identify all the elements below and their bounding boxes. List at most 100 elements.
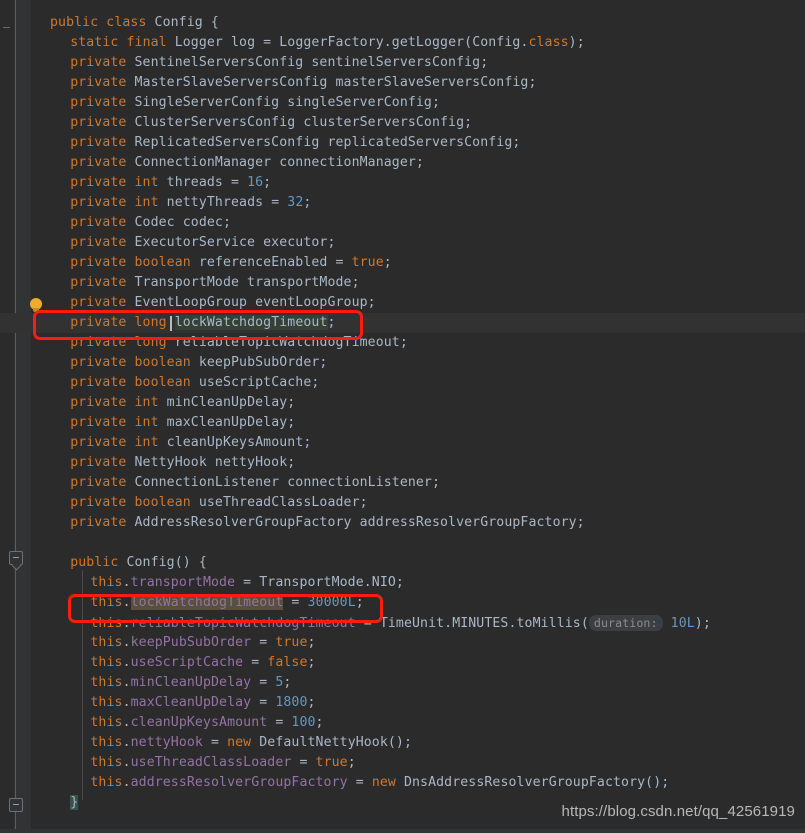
code-token: . [122, 715, 131, 730]
code-line[interactable]: private long reliableTopicWatchdogTimeou… [31, 333, 408, 353]
code-line[interactable] [31, 533, 50, 553]
code-line[interactable]: private ReplicatedServersConfig replicat… [31, 133, 520, 153]
code-token: private [70, 415, 127, 430]
code-line[interactable]: this.minCleanUpDelay = 5; [31, 673, 291, 693]
code-line-text: private ReplicatedServersConfig replicat… [31, 135, 520, 150]
code-line[interactable]: this.maxCleanUpDelay = 1800; [31, 693, 316, 713]
code-token: keepPubSubOrder; [190, 355, 328, 370]
code-line[interactable]: private SentinelServersConfig sentinelSe… [31, 53, 488, 73]
code-token: Logger log = LoggerFactory.getLogger(Con… [166, 35, 529, 50]
code-line[interactable]: private boolean keepPubSubOrder; [31, 353, 327, 373]
code-token: private [70, 135, 127, 150]
code-line[interactable]: private ExecutorService executor; [31, 233, 336, 253]
code-token: class [528, 35, 569, 50]
code-line[interactable]: this.cleanUpKeysAmount = 100; [31, 713, 324, 733]
code-token: int [134, 415, 159, 430]
code-token: ConnectionManager connectionManager; [126, 155, 424, 170]
code-line[interactable]: private boolean useScriptCache; [31, 373, 319, 393]
code-line[interactable]: private AddressResolverGroupFactory addr… [31, 513, 585, 533]
code-token: cleanUpKeysAmount; [158, 435, 312, 450]
code-line[interactable]: static final Logger log = LoggerFactory.… [31, 33, 585, 53]
code-line-text: this.useThreadClassLoader = true; [31, 755, 356, 770]
code-token: private [70, 315, 127, 330]
code-canvas[interactable]: public class Config {static final Logger… [31, 0, 805, 833]
code-token: referenceEnabled = [190, 255, 352, 270]
code-token: useThreadClassLoader; [190, 495, 368, 510]
code-token: = [251, 695, 276, 710]
code-line[interactable]: private MasterSlaveServersConfig masterS… [31, 73, 537, 93]
code-token: this [90, 775, 123, 790]
code-token: ; [383, 255, 392, 270]
code-line[interactable]: this.keepPubSubOrder = true; [31, 633, 316, 653]
code-line[interactable]: private Codec codec; [31, 213, 231, 233]
code-token: boolean [134, 255, 191, 270]
code-line[interactable]: this.addressResolverGroupFactory = new D… [31, 773, 669, 793]
code-line-text: this.transportMode = TransportMode.NIO; [31, 575, 404, 590]
fold-marker-constructor-body[interactable] [9, 798, 23, 812]
code-line[interactable]: private long lockWatchdogTimeout; [31, 313, 336, 333]
code-line[interactable]: private int nettyThreads = 32; [31, 193, 311, 213]
code-token: = [347, 775, 372, 790]
code-line[interactable]: private int threads = 16; [31, 173, 271, 193]
code-line[interactable]: public class Config { [31, 13, 219, 33]
code-token: 10L [670, 616, 695, 631]
code-line[interactable]: private SingleServerConfig singleServerC… [31, 93, 440, 113]
code-token: lockWatchdogTimeout [174, 315, 328, 330]
code-line[interactable]: public Config() { [31, 553, 207, 573]
code-line[interactable]: this.transportMode = TransportMode.NIO; [31, 573, 404, 593]
code-token: boolean [134, 495, 191, 510]
code-token: . [122, 755, 131, 770]
watermark-url: https://blog.csdn.net/qq_42561919 [561, 803, 795, 820]
code-line-text: private SentinelServersConfig sentinelSe… [31, 55, 488, 70]
code-line[interactable]: private int cleanUpKeysAmount; [31, 433, 311, 453]
code-line[interactable]: private ConnectionManager connectionMana… [31, 153, 424, 173]
code-token: ); [568, 35, 585, 50]
code-line[interactable]: private ConnectionListener connectionLis… [31, 473, 440, 493]
fold-marker-class-body[interactable] [9, 551, 23, 565]
code-token: long [134, 315, 167, 330]
code-token: this [90, 715, 123, 730]
code-token: private [70, 235, 127, 250]
code-token: nettyHook [130, 735, 203, 750]
code-line[interactable]: } [31, 793, 79, 813]
editor-gutter[interactable] [0, 0, 31, 833]
code-token: new [371, 775, 396, 790]
code-token: private [70, 75, 127, 90]
code-line[interactable]: this.useScriptCache = false; [31, 653, 316, 673]
code-token: . [122, 675, 131, 690]
code-line[interactable]: private boolean useThreadClassLoader; [31, 493, 368, 513]
code-line[interactable]: this.lockWatchdogTimeout = 30000L; [31, 593, 364, 613]
code-token: SentinelServersConfig sentinelServersCon… [126, 55, 489, 70]
code-token: private [70, 395, 127, 410]
code-token: private [70, 475, 127, 490]
code-line[interactable]: private EventLoopGroup eventLoopGroup; [31, 293, 376, 313]
code-line[interactable]: private int maxCleanUpDelay; [31, 413, 295, 433]
code-token: keepPubSubOrder [130, 635, 252, 650]
code-line[interactable]: this.reliableTopicWatchdogTimeout = Time… [31, 613, 711, 633]
code-token: private [70, 435, 127, 450]
code-line[interactable]: private boolean referenceEnabled = true; [31, 253, 392, 273]
code-line[interactable]: this.nettyHook = new DefaultNettyHook(); [31, 733, 412, 753]
code-token: new [227, 735, 252, 750]
code-token: ; [327, 315, 336, 330]
code-token: ; [307, 635, 316, 650]
code-token: true [275, 635, 308, 650]
code-token: public [70, 555, 119, 570]
code-line[interactable]: private int minCleanUpDelay; [31, 393, 295, 413]
code-line-text: private int cleanUpKeysAmount; [31, 435, 311, 450]
code-token: this [90, 595, 123, 610]
code-token: int [134, 195, 159, 210]
code-line[interactable]: this.useThreadClassLoader = true; [31, 753, 356, 773]
code-line-text: this.reliableTopicWatchdogTimeout = Time… [31, 615, 711, 631]
lightbulb-icon[interactable] [30, 298, 43, 313]
code-line-text: private TransportMode transportMode; [31, 275, 360, 290]
code-line-text: private MasterSlaveServersConfig masterS… [31, 75, 537, 90]
code-token: true [351, 255, 384, 270]
code-token: 100 [291, 715, 316, 730]
code-line[interactable]: private NettyHook nettyHook; [31, 453, 295, 473]
code-line[interactable]: private ClusterServersConfig clusterServ… [31, 113, 472, 133]
code-line[interactable]: private TransportMode transportMode; [31, 273, 360, 293]
